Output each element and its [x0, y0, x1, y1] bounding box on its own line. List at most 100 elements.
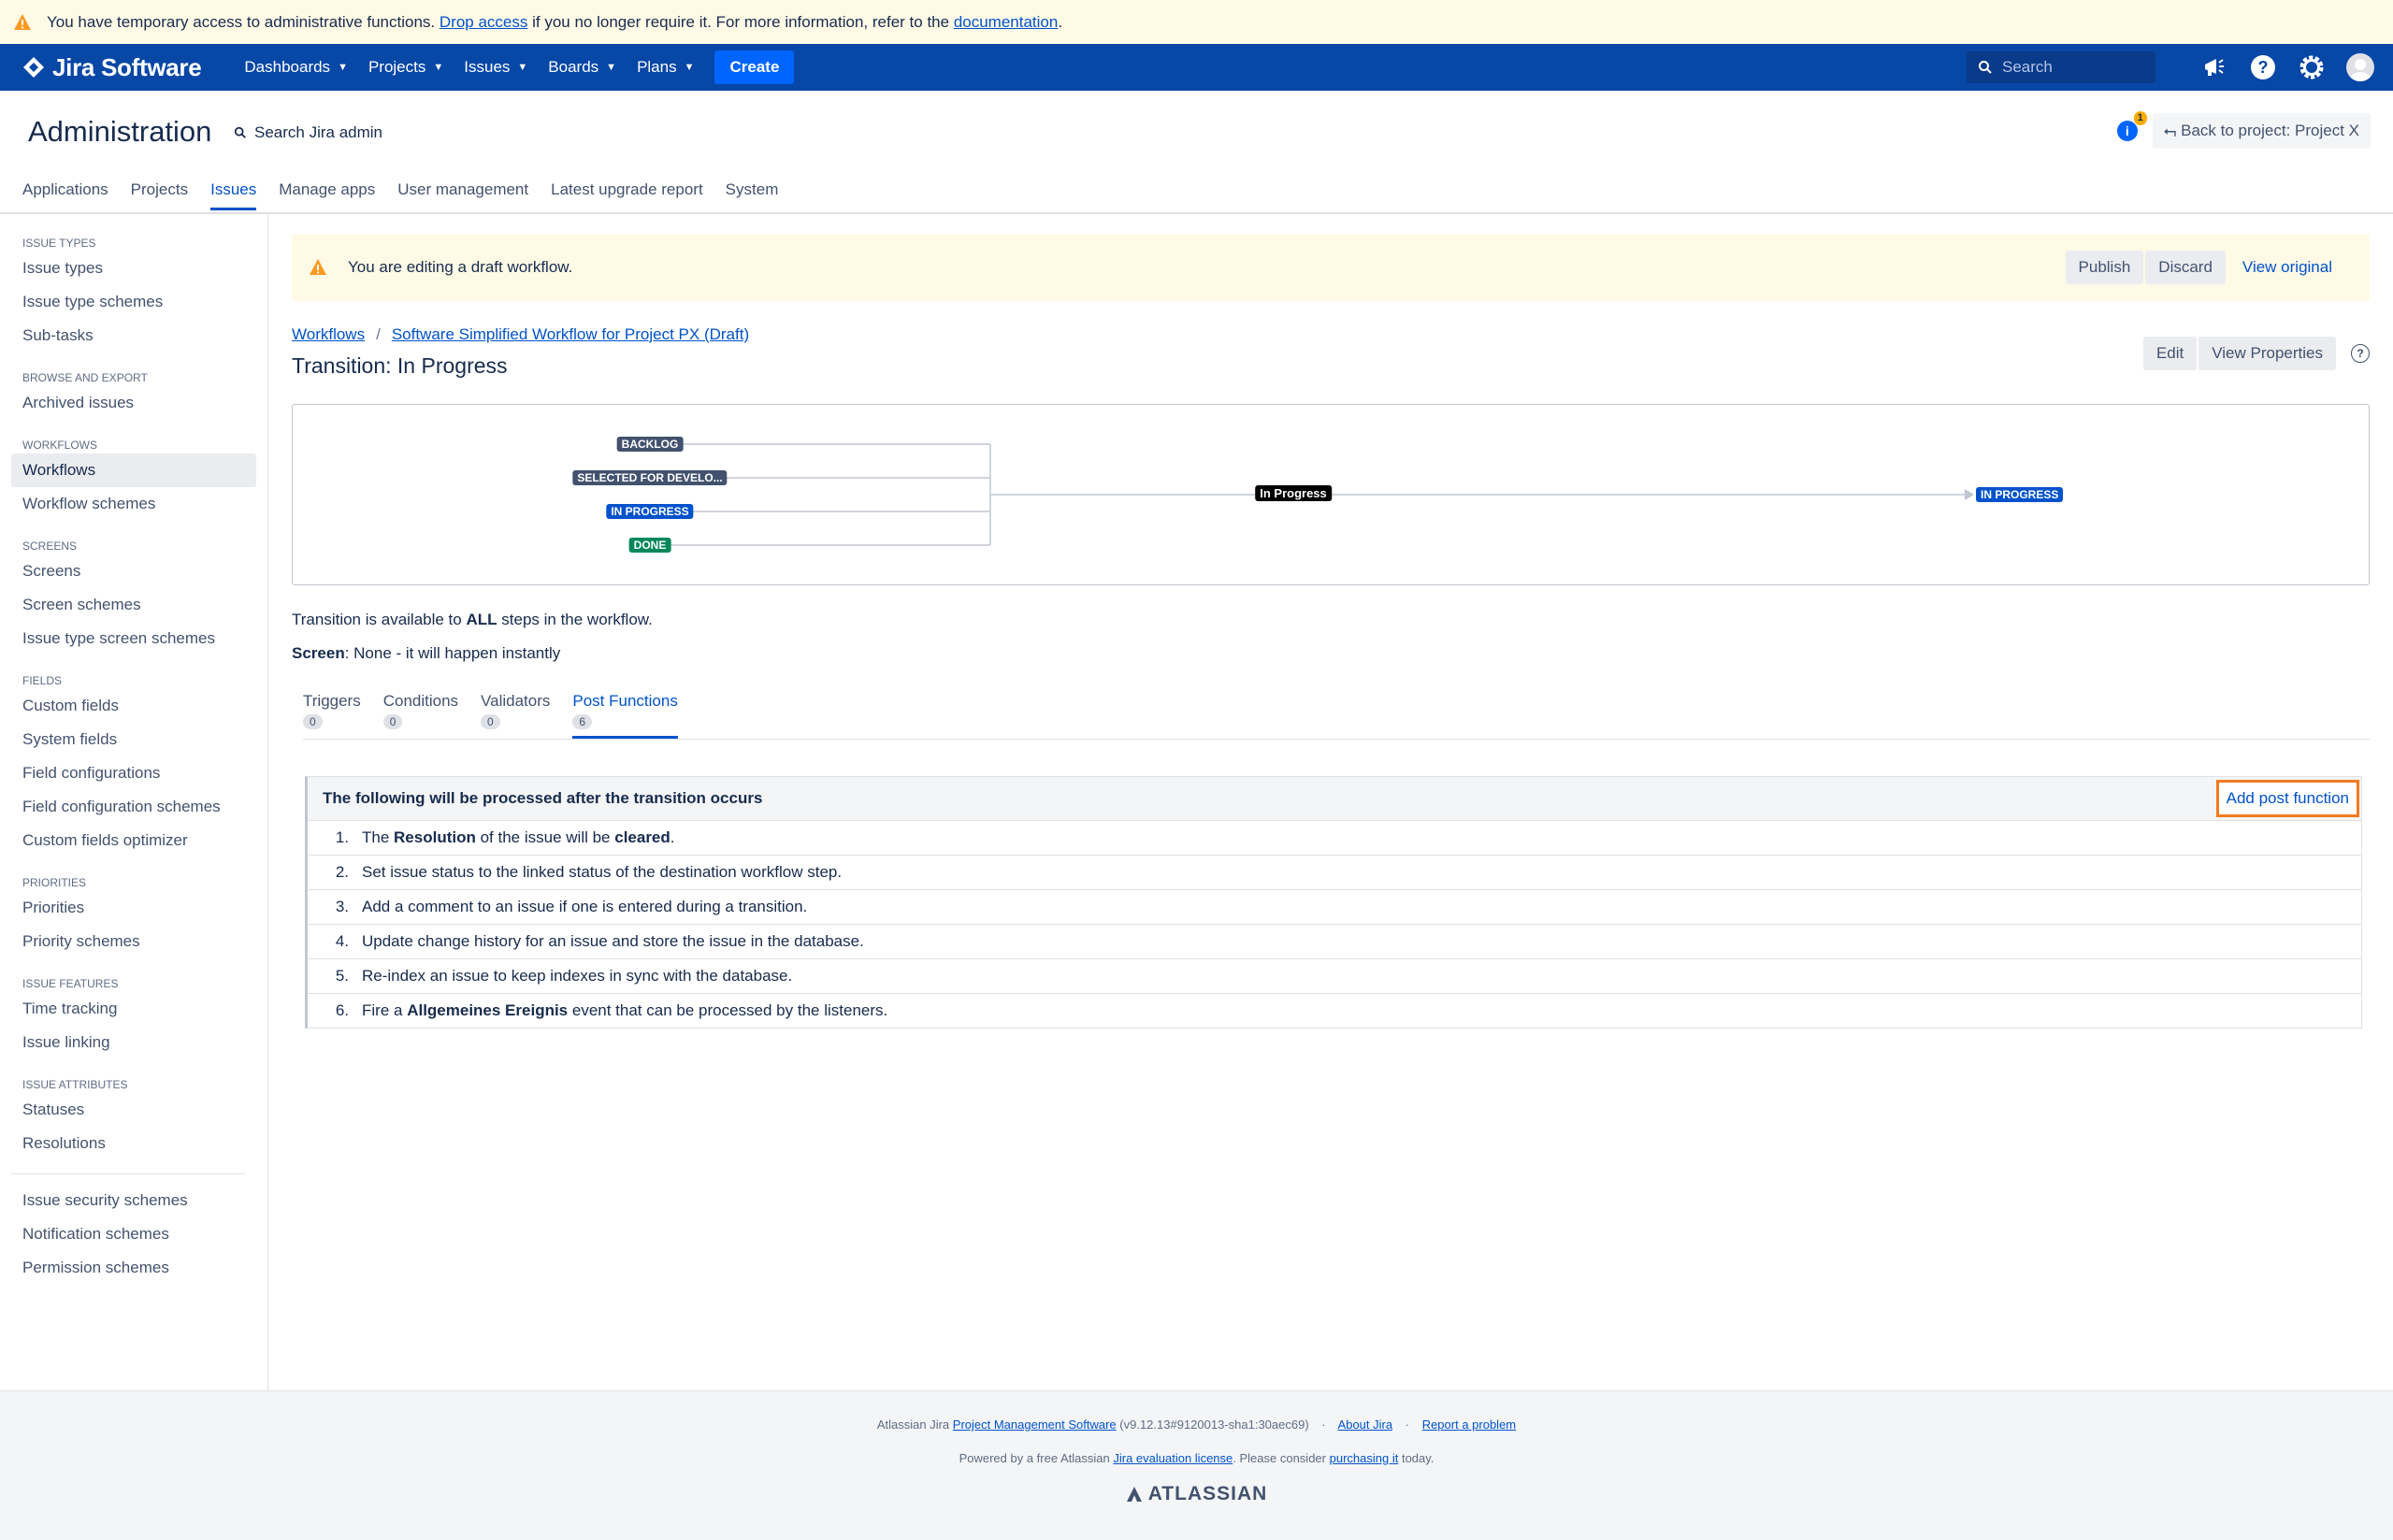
post-function-row: 3. Add a comment to an issue if one is en…: [308, 890, 2361, 925]
jira-logo[interactable]: Jira Software: [22, 52, 202, 82]
sidebar-item-system-fields[interactable]: System fields: [22, 723, 267, 756]
admin-tab-user-management[interactable]: User management: [397, 180, 528, 210]
transition-label: In Progress: [1255, 485, 1332, 501]
sidebar-heading: Browse and export: [22, 371, 148, 384]
post-function-number: 4.: [335, 932, 349, 950]
settings-gear-icon[interactable]: [2298, 53, 2326, 81]
banner-text-before: You have temporary access to administrat…: [47, 12, 436, 31]
post-function-emphasis: Resolution: [394, 828, 476, 846]
admin-search-input[interactable]: [252, 122, 443, 143]
nav-item-boards[interactable]: Boards ▼: [548, 58, 616, 77]
global-search[interactable]: [1967, 51, 2155, 83]
post-function-text-part: Set issue status to the linked status of…: [362, 863, 843, 881]
admin-tab-issues[interactable]: Issues: [210, 180, 257, 210]
discard-button[interactable]: Discard: [2145, 251, 2226, 284]
view-properties-button[interactable]: View Properties: [2198, 337, 2336, 370]
transition-diagram: BACKLOG SELECTED FOR DEVELO... IN PROGRESS…: [292, 404, 2370, 585]
sidebar-item-field-configuration-schemes[interactable]: Field configuration schemes: [22, 790, 267, 824]
sidebar-item-field-configurations[interactable]: Field configurations: [22, 756, 267, 790]
sidebar-item-issue-security-schemes[interactable]: Issue security schemes: [22, 1184, 267, 1217]
sidebar-item-issue-linking[interactable]: Issue linking: [22, 1026, 267, 1059]
post-function-text: The Resolution of the issue will be clea…: [362, 828, 675, 847]
sidebar-item-notification-schemes[interactable]: Notification schemes: [22, 1217, 267, 1251]
transition-tabs: Triggers 0 Conditions 0 Validators 0 Post Func…: [303, 692, 700, 739]
sidebar-item-archived-issues[interactable]: Archived issues: [22, 386, 267, 420]
sidebar-item-issue-types[interactable]: Issue types: [22, 252, 267, 285]
chevron-down-icon: ▼: [433, 62, 444, 73]
evaluation-license-link[interactable]: Jira evaluation license: [1113, 1451, 1233, 1465]
post-function-emphasis: cleared: [614, 828, 670, 846]
create-button[interactable]: Create: [714, 50, 795, 84]
sidebar-item-time-tracking[interactable]: Time tracking: [22, 992, 267, 1026]
admin-tab-latest-upgrade-report[interactable]: Latest upgrade report: [551, 180, 703, 210]
documentation-link[interactable]: documentation: [954, 13, 1059, 32]
nav-right: ?: [1967, 44, 2374, 91]
sidebar-item-priorities[interactable]: Priorities: [22, 891, 267, 925]
breadcrumb-workflow-link[interactable]: Software Simplified Workflow for Project…: [392, 325, 749, 344]
info-notification-icon[interactable]: i1: [2116, 111, 2147, 141]
back-to-project-label: Back to project: Project X: [2181, 122, 2359, 139]
edit-button[interactable]: Edit: [2142, 337, 2198, 370]
sidebar-item-custom-fields-optimizer[interactable]: Custom fields optimizer: [22, 824, 267, 857]
tab-post-functions[interactable]: Post Functions 6: [572, 692, 678, 739]
tab-validators[interactable]: Validators 0: [481, 692, 550, 739]
sidebar-item-workflows[interactable]: Workflows: [11, 453, 256, 487]
post-function-text-part: Re-index an issue to keep indexes in syn…: [362, 967, 793, 985]
admin-tab-projects[interactable]: Projects: [131, 180, 188, 210]
sidebar-group-issue-types: Issue types Issue types Issue type schemes…: [22, 237, 267, 353]
add-post-function-button[interactable]: Add post function: [2215, 780, 2359, 817]
tab-triggers[interactable]: Triggers 0: [303, 692, 361, 739]
admin-search[interactable]: [234, 122, 443, 143]
sidebar-item-issue-type-schemes[interactable]: Issue type schemes: [22, 285, 267, 319]
help-icon[interactable]: ?: [2351, 344, 2370, 363]
sidebar-item-permission-schemes[interactable]: Permission schemes: [22, 1251, 267, 1285]
user-avatar[interactable]: [2346, 53, 2374, 81]
tab-conditions[interactable]: Conditions 0: [382, 692, 458, 739]
sidebar-item-issue-type-screen-schemes[interactable]: Issue type screen schemes: [22, 622, 267, 655]
back-arrow-icon: ⮢: [2163, 122, 2177, 139]
project-management-software-link[interactable]: Project Management Software: [953, 1418, 1117, 1432]
warning-icon: [14, 13, 31, 30]
drop-access-link[interactable]: Drop access: [440, 13, 527, 32]
post-function-text: Set issue status to the linked status of…: [362, 863, 842, 882]
post-function-text-part: of the issue will be: [475, 828, 615, 846]
sidebar-item-workflow-schemes[interactable]: Workflow schemes: [22, 487, 267, 521]
sidebar-heading: Screens: [22, 540, 78, 553]
notifications-megaphone-icon[interactable]: [2200, 53, 2228, 81]
nav-item-issues[interactable]: Issues ▼: [464, 58, 527, 77]
main-content: You are editing a draft workflow. Publis…: [292, 234, 2370, 1029]
tab-count-badge: 6: [572, 714, 593, 729]
view-original-link[interactable]: View original: [2237, 257, 2338, 278]
post-function-number: 3.: [335, 898, 349, 915]
post-function-text-part: The: [362, 828, 395, 846]
back-to-project-button[interactable]: ⮢ Back to project: Project X: [2152, 113, 2371, 149]
nav-item-dashboards[interactable]: Dashboards ▼: [244, 58, 348, 77]
about-jira-link[interactable]: About Jira: [1338, 1418, 1393, 1432]
sidebar-item-resolutions[interactable]: Resolutions: [22, 1127, 267, 1160]
breadcrumb-workflows-link[interactable]: Workflows: [292, 325, 365, 344]
sidebar-heading: Issue features: [22, 977, 119, 990]
brand-name: Jira Software: [52, 52, 202, 81]
admin-tab-applications[interactable]: Applications: [22, 180, 108, 210]
sidebar-item-custom-fields[interactable]: Custom fields: [22, 689, 267, 723]
purchasing-link[interactable]: purchasing it: [1330, 1451, 1399, 1465]
nav-item-label: Boards: [548, 58, 599, 76]
sidebar-item-sub-tasks[interactable]: Sub-tasks: [22, 319, 267, 353]
nav-item-plans[interactable]: Plans ▼: [637, 58, 694, 77]
sidebar-item-screen-schemes[interactable]: Screen schemes: [22, 588, 267, 622]
nav-item-label: Dashboards: [244, 58, 331, 76]
nav-item-projects[interactable]: Projects ▼: [368, 58, 443, 77]
post-function-text-part: Fire a: [362, 1001, 408, 1019]
help-icon[interactable]: ?: [2249, 53, 2277, 81]
publish-button[interactable]: Publish: [2065, 251, 2144, 284]
report-problem-link[interactable]: Report a problem: [1422, 1418, 1516, 1432]
admin-access-banner: You have temporary access to administrat…: [0, 0, 2393, 44]
sidebar-item-screens[interactable]: Screens: [22, 554, 267, 588]
status-lozenge-done: DONE: [628, 538, 671, 553]
sidebar-item-statuses[interactable]: Statuses: [22, 1093, 267, 1127]
admin-tab-manage-apps[interactable]: Manage apps: [279, 180, 375, 210]
sidebar-item-priority-schemes[interactable]: Priority schemes: [22, 925, 267, 958]
global-search-input[interactable]: [2000, 57, 2144, 78]
sidebar-heading: Workflows: [22, 439, 97, 452]
admin-tab-system[interactable]: System: [726, 180, 779, 210]
